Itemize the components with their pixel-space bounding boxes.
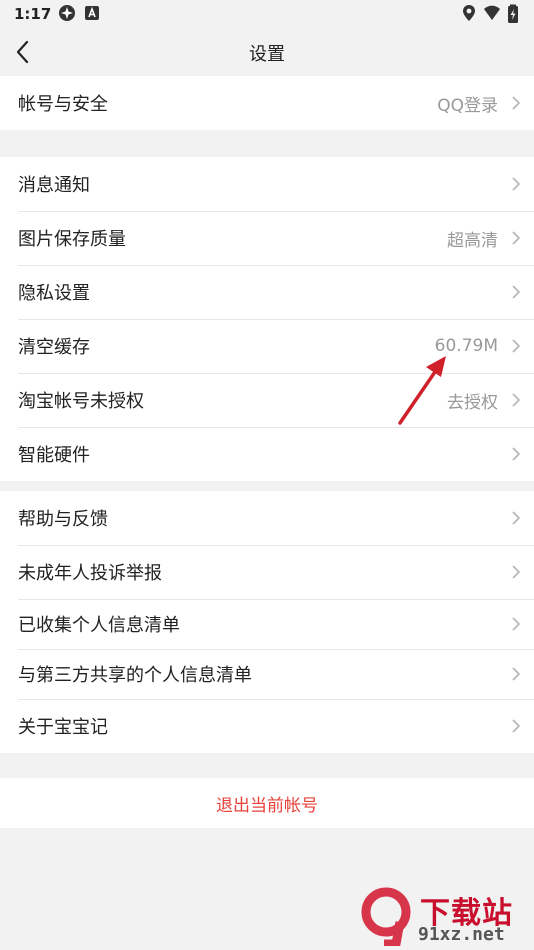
logout-button[interactable]: 退出当前帐号 — [0, 778, 534, 828]
app-notification-icon — [59, 5, 75, 21]
setting-row-taobao-auth[interactable]: 淘宝帐号未授权 去授权 — [0, 373, 534, 427]
setting-row-minor-report[interactable]: 未成年人投诉举报 — [0, 545, 534, 599]
setting-row-privacy[interactable]: 隐私设置 — [0, 265, 534, 319]
chevron-right-icon — [512, 177, 521, 191]
setting-value: 超高清 — [447, 230, 498, 251]
setting-label: 清空缓存 — [18, 337, 90, 358]
setting-row-about[interactable]: 关于宝宝记 — [0, 699, 534, 753]
watermark-logo: 下载站 91xz.net — [356, 886, 526, 946]
setting-row-help-feedback[interactable]: 帮助与反馈 — [0, 491, 534, 545]
setting-row-notifications[interactable]: 消息通知 — [0, 157, 534, 211]
status-time: 1:17 — [14, 5, 52, 23]
setting-label: 关于宝宝记 — [18, 717, 108, 738]
setting-row-account-security[interactable]: 帐号与安全 QQ登录 — [0, 76, 534, 130]
location-icon — [463, 5, 475, 21]
chevron-right-icon — [512, 511, 521, 525]
setting-label: 帐号与安全 — [18, 94, 108, 115]
setting-label: 图片保存质量 — [18, 229, 126, 250]
setting-label: 帮助与反馈 — [18, 509, 108, 530]
wifi-icon — [484, 5, 500, 20]
setting-label: 隐私设置 — [18, 283, 90, 304]
a-notification-icon — [85, 6, 99, 20]
nav-bar: 设置 — [0, 28, 534, 76]
setting-label: 与第三方共享的个人信息清单 — [18, 665, 252, 686]
setting-row-collected-info-list[interactable]: 已收集个人信息清单 — [0, 599, 534, 649]
setting-value: QQ登录 — [437, 95, 498, 116]
setting-label: 已收集个人信息清单 — [18, 615, 180, 636]
setting-row-clear-cache[interactable]: 清空缓存 60.79M — [0, 319, 534, 373]
chevron-right-icon — [512, 617, 521, 631]
setting-label: 智能硬件 — [18, 445, 90, 466]
page-title: 设置 — [249, 44, 285, 65]
watermark-sub-text: 91xz.net — [418, 924, 505, 945]
chevron-right-icon — [512, 565, 521, 579]
chevron-right-icon — [512, 393, 521, 407]
chevron-right-icon — [512, 339, 521, 353]
chevron-right-icon — [512, 719, 521, 733]
setting-label: 未成年人投诉举报 — [18, 563, 162, 584]
setting-label: 消息通知 — [18, 175, 90, 196]
chevron-right-icon — [512, 231, 521, 245]
watermark-9-logo-icon — [361, 887, 411, 946]
setting-row-shared-info-list[interactable]: 与第三方共享的个人信息清单 — [0, 649, 534, 699]
chevron-right-icon — [512, 447, 521, 461]
status-bar: 1:17 — [0, 0, 534, 28]
setting-label: 淘宝帐号未授权 — [18, 391, 144, 412]
battery-charging-icon — [508, 4, 518, 23]
settings-group-general: 消息通知 图片保存质量 超高清 隐私设置 清空缓存 60.79M 淘宝帐号未授权… — [0, 157, 534, 481]
chevron-right-icon — [512, 96, 521, 110]
settings-group-account: 帐号与安全 QQ登录 — [0, 76, 534, 130]
chevron-right-icon — [512, 667, 521, 681]
setting-row-image-quality[interactable]: 图片保存质量 超高清 — [0, 211, 534, 265]
cache-size-value: 60.79M — [434, 336, 498, 356]
setting-row-smart-hardware[interactable]: 智能硬件 — [0, 427, 534, 481]
chevron-right-icon — [512, 285, 521, 299]
setting-value: 去授权 — [447, 392, 498, 413]
settings-group-about: 帮助与反馈 未成年人投诉举报 已收集个人信息清单 与第三方共享的个人信息清单 关… — [0, 491, 534, 753]
